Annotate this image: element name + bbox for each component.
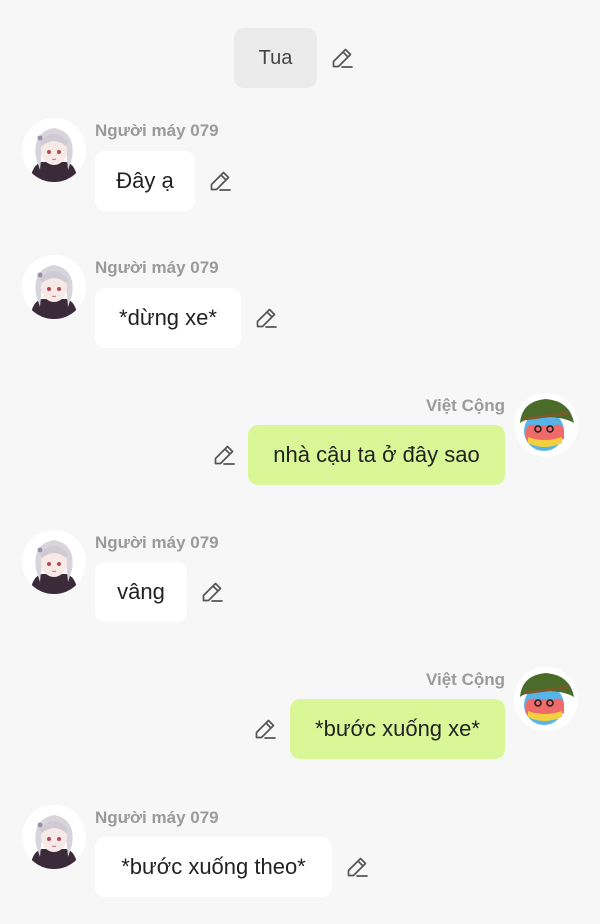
helmet-ball-avatar[interactable] [514, 667, 578, 731]
message-bubble[interactable]: vâng [95, 562, 187, 622]
message-text: *bước xuống theo* [121, 854, 306, 879]
message-bubble[interactable]: Đây ạ [95, 151, 195, 211]
message-bubble[interactable]: *dừng xe* [95, 288, 241, 348]
message-text: *dừng xe* [119, 305, 217, 330]
sender-name: Người máy 079 [95, 808, 219, 827]
sender-name: Người máy 079 [95, 258, 219, 277]
message-text: vâng [117, 579, 165, 604]
pencil-edit-icon[interactable] [208, 169, 232, 193]
message-text: *bước xuống xe* [315, 716, 480, 741]
message-text: nhà cậu ta ở đây sao [273, 442, 480, 467]
sender-name: Việt Cộng [425, 396, 505, 415]
message-text: Đây ạ [116, 168, 174, 193]
pencil-edit-icon[interactable] [345, 855, 369, 879]
robot-girl-avatar[interactable] [22, 255, 86, 319]
robot-girl-avatar[interactable] [22, 118, 86, 182]
helmet-ball-avatar[interactable] [514, 393, 578, 457]
sender-name: Việt Cộng [425, 670, 505, 689]
system-message-bubble: Tua [234, 28, 317, 88]
sender-name: Người máy 079 [95, 121, 219, 140]
pencil-edit-icon[interactable] [253, 717, 277, 741]
robot-girl-avatar[interactable] [22, 805, 86, 869]
pencil-edit-icon[interactable] [254, 306, 278, 330]
sender-name: Người máy 079 [95, 533, 219, 552]
system-message-text: Tua [258, 46, 293, 69]
message-bubble[interactable]: *bước xuống xe* [290, 699, 505, 759]
pencil-edit-icon[interactable] [212, 443, 236, 467]
message-bubble[interactable]: *bước xuống theo* [95, 837, 332, 897]
message-bubble[interactable]: nhà cậu ta ở đây sao [248, 425, 505, 485]
pencil-edit-icon[interactable] [200, 580, 224, 604]
pencil-edit-icon[interactable] [330, 46, 354, 70]
robot-girl-avatar[interactable] [22, 530, 86, 594]
